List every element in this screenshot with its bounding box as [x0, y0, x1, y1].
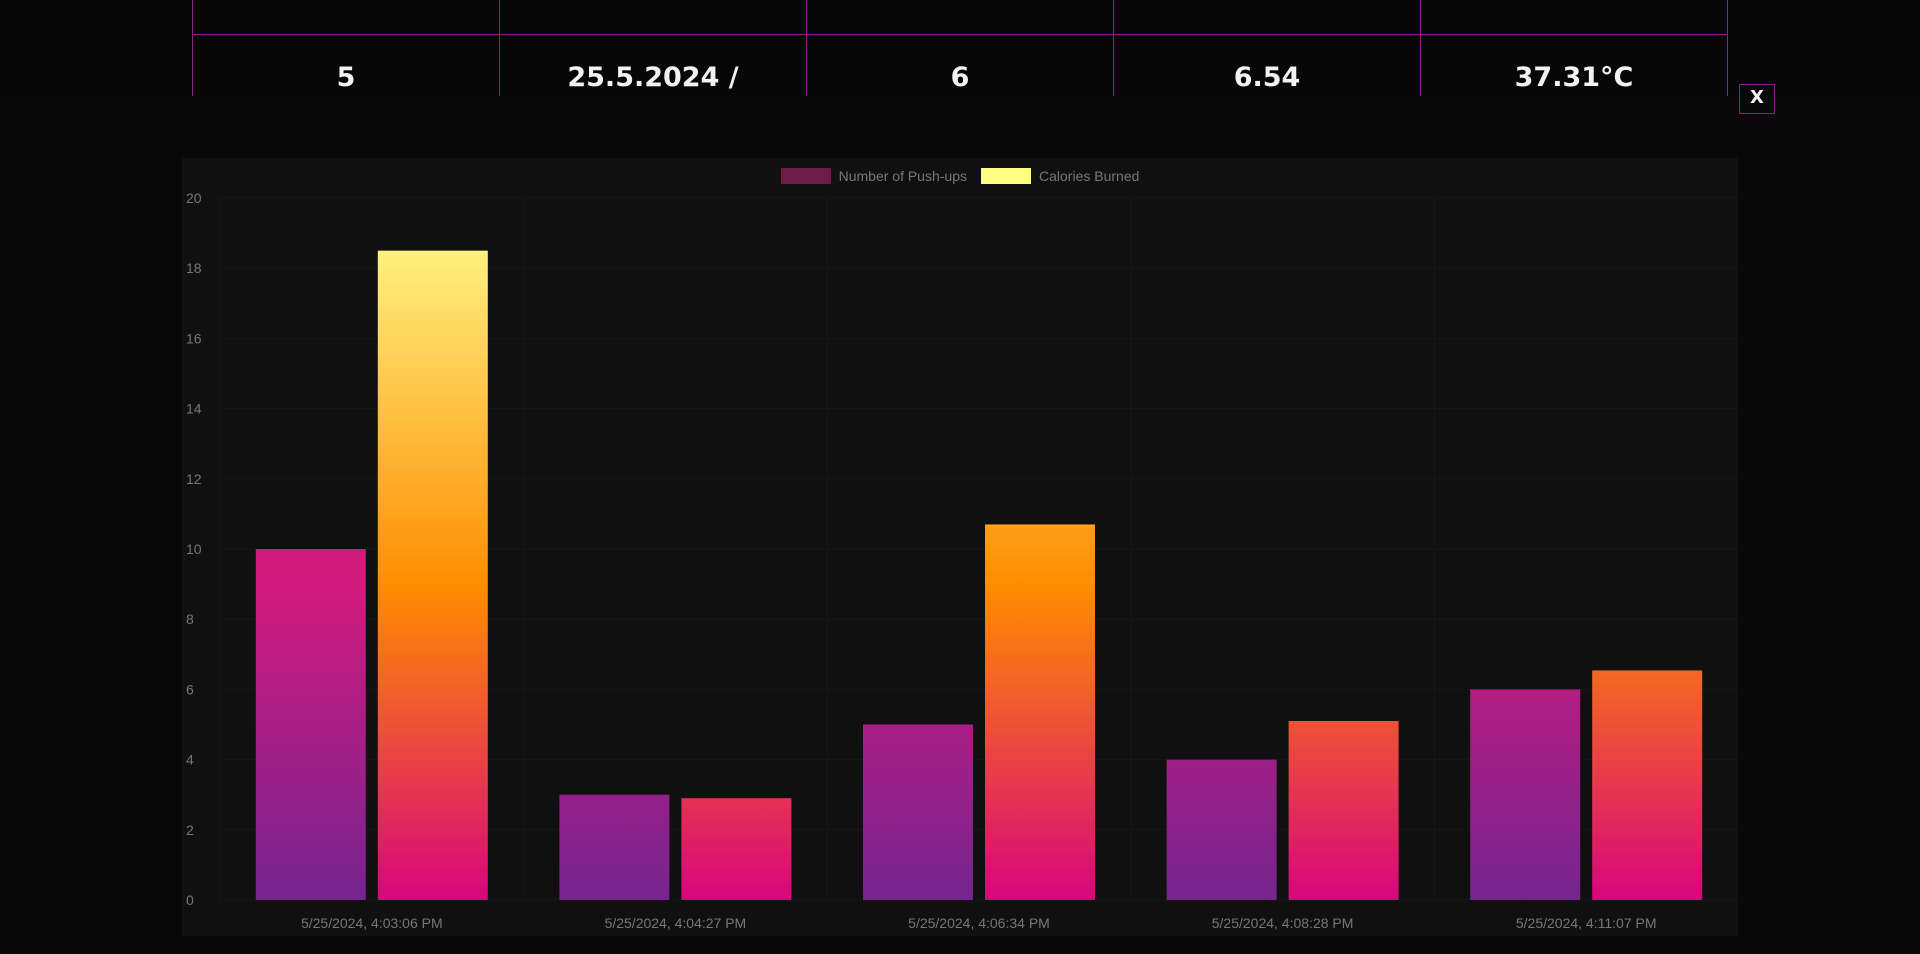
- legend-label-calories: Calories Burned: [1039, 168, 1140, 184]
- table-cell-count: 6: [806, 34, 1114, 96]
- history-table: 5 25.5.2024 / 16:11:07 6 6.54 37.31°C: [192, 0, 1728, 96]
- table-cell: [1420, 0, 1728, 35]
- y-tick-label: 4: [186, 752, 194, 768]
- bar-pushups[interactable]: [1166, 759, 1277, 900]
- table-cell-pushups: 5: [192, 34, 500, 96]
- x-tick-label: 5/25/2024, 4:04:27 PM: [605, 915, 747, 931]
- y-tick-label: 12: [186, 471, 202, 487]
- table-cell-temperature: 37.31°C: [1420, 34, 1728, 96]
- table-row: [192, 0, 1728, 35]
- x-tick-label: 5/25/2024, 4:11:07 PM: [1516, 915, 1657, 931]
- y-tick-label: 6: [186, 681, 194, 697]
- bar-calories[interactable]: [681, 798, 792, 900]
- y-tick-label: 10: [186, 541, 202, 557]
- table-cell: [192, 0, 500, 35]
- close-button[interactable]: X: [1739, 84, 1775, 114]
- bar-pushups[interactable]: [863, 724, 973, 901]
- y-tick-label: 20: [186, 190, 202, 206]
- bar-chart: 0 2 4 6 8 10 12 14 16 18 20 5/25/2024, 4:03:06 PM 5/…: [186, 190, 1738, 931]
- bar-calories[interactable]: [985, 524, 1095, 900]
- y-tick-label: 18: [186, 260, 202, 276]
- legend-swatch-calories: [981, 168, 1031, 184]
- bar-calories[interactable]: [1592, 670, 1703, 900]
- chart-legend: Number of Push-ups Calories Burned: [182, 168, 1738, 184]
- y-tick-label: 16: [186, 330, 202, 346]
- bar-pushups[interactable]: [1470, 689, 1581, 900]
- y-tick-label: 8: [186, 611, 194, 627]
- y-tick-label: 2: [186, 822, 194, 838]
- table-cell-datetime: 25.5.2024 / 16:11:07: [499, 34, 807, 96]
- legend-swatch-pushups: [780, 168, 831, 184]
- bar-pushups[interactable]: [255, 549, 366, 900]
- history-table-strip: 5 25.5.2024 / 16:11:07 6 6.54 37.31°C: [0, 0, 1920, 96]
- legend-label-pushups: Number of Push-ups: [838, 168, 967, 184]
- bar-calories[interactable]: [1288, 720, 1399, 900]
- table-cell: [499, 0, 807, 35]
- table-cell: [806, 0, 1114, 35]
- y-tick-label: 14: [186, 401, 202, 417]
- legend-item-calories[interactable]: Calories Burned: [981, 168, 1139, 184]
- y-tick-label: 0: [186, 892, 194, 908]
- table-cell: [1113, 0, 1421, 35]
- x-tick-label: 5/25/2024, 4:06:34 PM: [908, 915, 1050, 931]
- x-tick-label: 5/25/2024, 4:03:06 PM: [301, 915, 443, 931]
- bar-pushups[interactable]: [559, 794, 670, 900]
- table-row: 5 25.5.2024 / 16:11:07 6 6.54 37.31°C: [192, 34, 1728, 96]
- table-cell-calories: 6.54: [1113, 34, 1421, 96]
- x-tick-label: 5/25/2024, 4:08:28 PM: [1212, 915, 1354, 931]
- legend-item-pushups[interactable]: Number of Push-ups: [780, 168, 967, 184]
- bar-calories[interactable]: [377, 250, 488, 900]
- chart-panel: 0 2 4 6 8 10 12 14 16 18 20 5/25/2024, 4:03:06 PM 5/…: [182, 158, 1738, 936]
